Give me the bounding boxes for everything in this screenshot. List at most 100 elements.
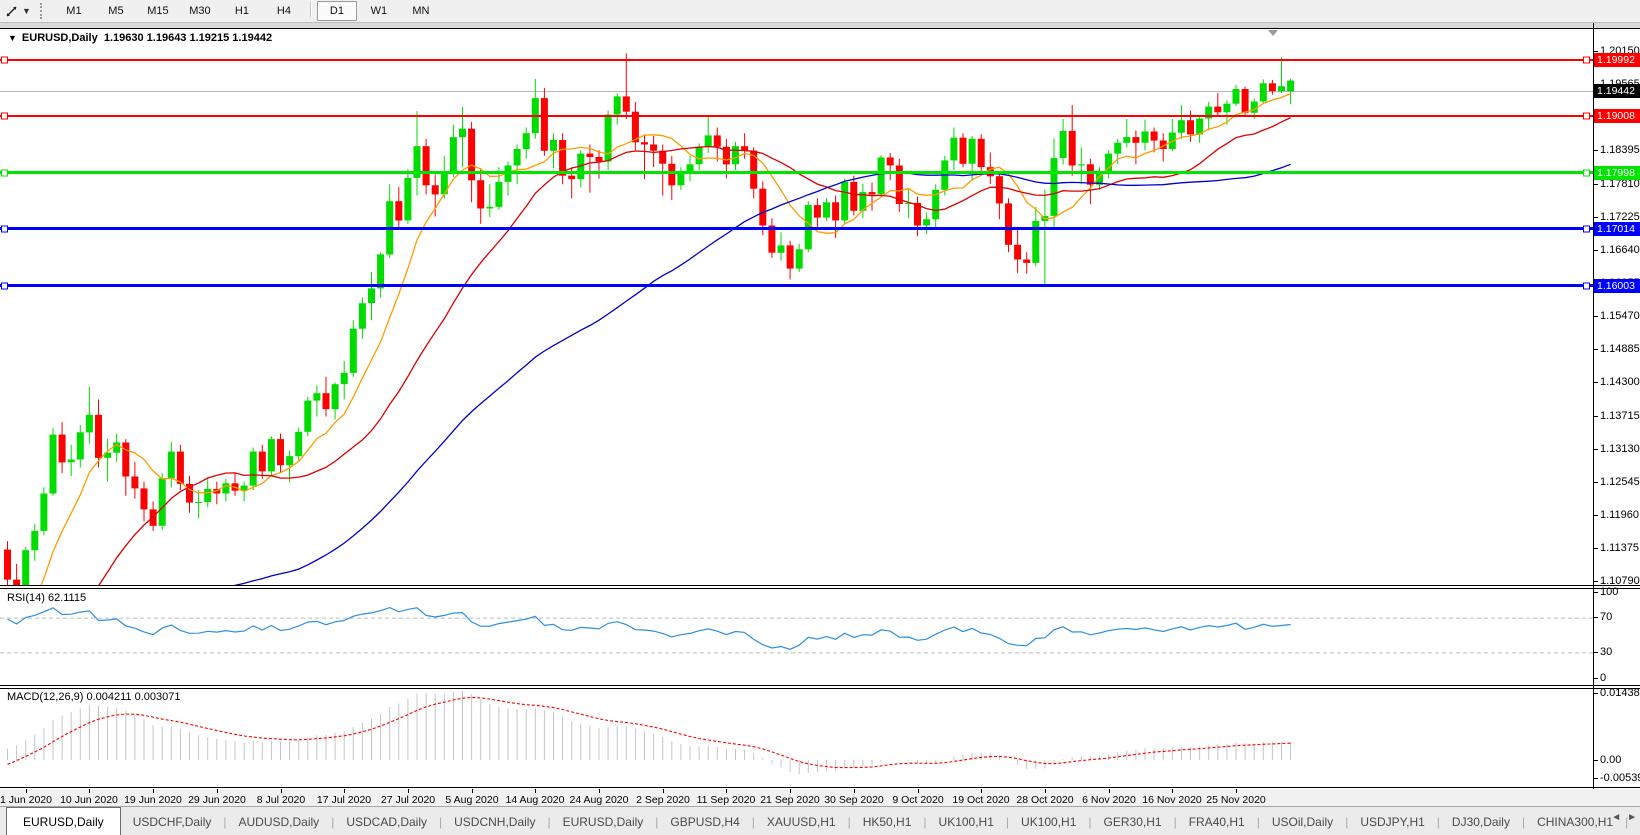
macd-tick: [1594, 693, 1598, 694]
rsi-tick-label: 100: [1600, 586, 1640, 598]
macd-pane[interactable]: [0, 689, 1593, 787]
date-label: 10 Jun 2020: [60, 794, 118, 806]
price-tick-label: 1.11375: [1600, 542, 1640, 554]
date-label: 1 Jun 2020: [0, 794, 52, 806]
price-tick: [1594, 250, 1598, 251]
date-label: 25 Nov 2020: [1206, 794, 1266, 806]
chart-tab-china300-h1[interactable]: CHINA300,H1: [1525, 807, 1625, 835]
date-label: 19 Oct 2020: [952, 794, 1009, 806]
price-tick: [1594, 416, 1598, 417]
main-chart-pane[interactable]: [0, 29, 1593, 585]
price-tick: [1594, 449, 1598, 450]
caret-down-icon[interactable]: ▼: [22, 6, 31, 16]
chart-tab-uk100-h1[interactable]: UK100,H1: [1009, 807, 1088, 835]
date-tick: [663, 789, 664, 793]
tab-scroll-left-icon[interactable]: ◄: [1611, 812, 1621, 823]
horizontal-line-1.19992[interactable]: [0, 59, 1593, 61]
timeframe-button-w1[interactable]: W1: [359, 1, 399, 21]
cursor-crosshair-icon[interactable]: [2, 2, 22, 20]
line-handle[interactable]: [1583, 170, 1590, 177]
line-handle[interactable]: [1583, 226, 1590, 233]
toolbar-grip[interactable]: [40, 3, 47, 19]
chart-tab-uk100-h1[interactable]: UK100,H1: [927, 807, 1006, 835]
chart-tab-eurusd-daily[interactable]: EURUSD,Daily: [6, 807, 121, 835]
price-tick: [1594, 217, 1598, 218]
line-handle[interactable]: [1, 113, 8, 120]
line-handle[interactable]: [1583, 283, 1590, 290]
price-tick-label: 1.13130: [1600, 443, 1640, 455]
date-label: 2 Sep 2020: [636, 794, 690, 806]
timeframe-button-m30[interactable]: M30: [180, 1, 220, 21]
chart-tab-usdjpy-h1[interactable]: USDJPY,H1: [1348, 807, 1436, 835]
line-handle[interactable]: [1583, 113, 1590, 120]
pane-separator[interactable]: [0, 588, 1640, 589]
chart-tab-usdcad-daily[interactable]: USDCAD,Daily: [334, 807, 439, 835]
chart-tab-usdchf-daily[interactable]: USDCHF,Daily: [121, 807, 224, 835]
rsi-tick: [1594, 652, 1598, 653]
timeframe-toolbar: ▼ M1M5M15M30H1H4 D1W1MN: [0, 0, 1640, 23]
timeframe-button-mn[interactable]: MN: [401, 1, 441, 21]
price-tick-label: 1.18395: [1600, 144, 1640, 156]
timeframe-button-h1[interactable]: H1: [222, 1, 262, 21]
horizontal-line-1.17998[interactable]: [0, 171, 1593, 174]
timeframe-button-h4[interactable]: H4: [264, 1, 304, 21]
date-tick: [89, 789, 90, 793]
date-label: 24 Aug 2020: [570, 794, 629, 806]
date-tick: [1236, 789, 1237, 793]
price-tick: [1594, 581, 1598, 582]
horizontal-line-1.17014[interactable]: [0, 227, 1593, 230]
timeframe-button-m1[interactable]: M1: [54, 1, 94, 21]
price-tick: [1594, 51, 1598, 52]
chart-tab-ger30-h1[interactable]: GER30,H1: [1092, 807, 1174, 835]
pane-separator[interactable]: [0, 585, 1640, 586]
rsi-tick-label: 0: [1600, 672, 1640, 684]
chart-tab-audusd-daily[interactable]: AUDUSD,Daily: [227, 807, 332, 835]
macd-tick: [1594, 778, 1598, 779]
rsi-tick: [1594, 678, 1598, 679]
chart-tab-usdcnh-daily[interactable]: USDCNH,Daily: [442, 807, 547, 835]
price-tick-label: 1.16640: [1600, 244, 1640, 256]
date-tick: [344, 789, 345, 793]
date-label: 19 Jun 2020: [124, 794, 182, 806]
rsi-tick: [1594, 592, 1598, 593]
horizontal-line-1.19008[interactable]: [0, 115, 1593, 117]
date-label: 11 Sep 2020: [697, 794, 756, 806]
price-tick-label: 1.14300: [1600, 376, 1640, 388]
timeframe-button-d1[interactable]: D1: [317, 1, 357, 21]
price-axis[interactable]: [1593, 23, 1594, 806]
macd-label: MACD(12,26,9) 0.004211 0.003071: [7, 691, 180, 703]
line-handle[interactable]: [1, 283, 8, 290]
mt4-window: ▼ M1M5M15M30H1H4 D1W1MN ▼ EURUSD,Daily 1.1…: [0, 0, 1640, 835]
line-handle[interactable]: [1, 57, 8, 64]
date-tick: [1109, 789, 1110, 793]
chart-tab-eurusd-daily[interactable]: EURUSD,Daily: [551, 807, 656, 835]
pane-separator[interactable]: [0, 685, 1640, 686]
chart-tab-fra40-h1[interactable]: FRA40,H1: [1177, 807, 1257, 835]
chart-tab-xauusd-h1[interactable]: XAUUSD,H1: [755, 807, 848, 835]
chart-tab-dj30-daily[interactable]: DJ30,Daily: [1440, 807, 1522, 835]
chart-tab-usoil-daily[interactable]: USOil,Daily: [1260, 807, 1345, 835]
date-label: 9 Oct 2020: [892, 794, 943, 806]
price-tick: [1594, 515, 1598, 516]
price-tick: [1594, 382, 1598, 383]
line-handle[interactable]: [1, 226, 8, 233]
rsi-pane[interactable]: [0, 590, 1593, 685]
date-tick: [1045, 789, 1046, 793]
date-tick: [153, 789, 154, 793]
line-handle[interactable]: [1, 170, 8, 177]
chart-tab-gbpusd-h4[interactable]: GBPUSD,H4: [658, 807, 751, 835]
line-handle[interactable]: [1583, 57, 1590, 64]
horizontal-line-1.16003[interactable]: [0, 284, 1593, 287]
toolbar-separator: [310, 1, 311, 17]
date-tick: [26, 789, 27, 793]
tab-scroll-right-icon[interactable]: ►: [1627, 812, 1637, 823]
timeframe-button-m5[interactable]: M5: [96, 1, 136, 21]
chart-tab-hk50-h1[interactable]: HK50,H1: [851, 807, 924, 835]
date-tick: [726, 789, 727, 793]
date-tick: [217, 789, 218, 793]
macd-tick-label: 0.00: [1600, 754, 1640, 766]
price-tick: [1594, 316, 1598, 317]
timeframe-button-m15[interactable]: M15: [138, 1, 178, 21]
price-tick: [1594, 184, 1598, 185]
date-tick: [981, 789, 982, 793]
